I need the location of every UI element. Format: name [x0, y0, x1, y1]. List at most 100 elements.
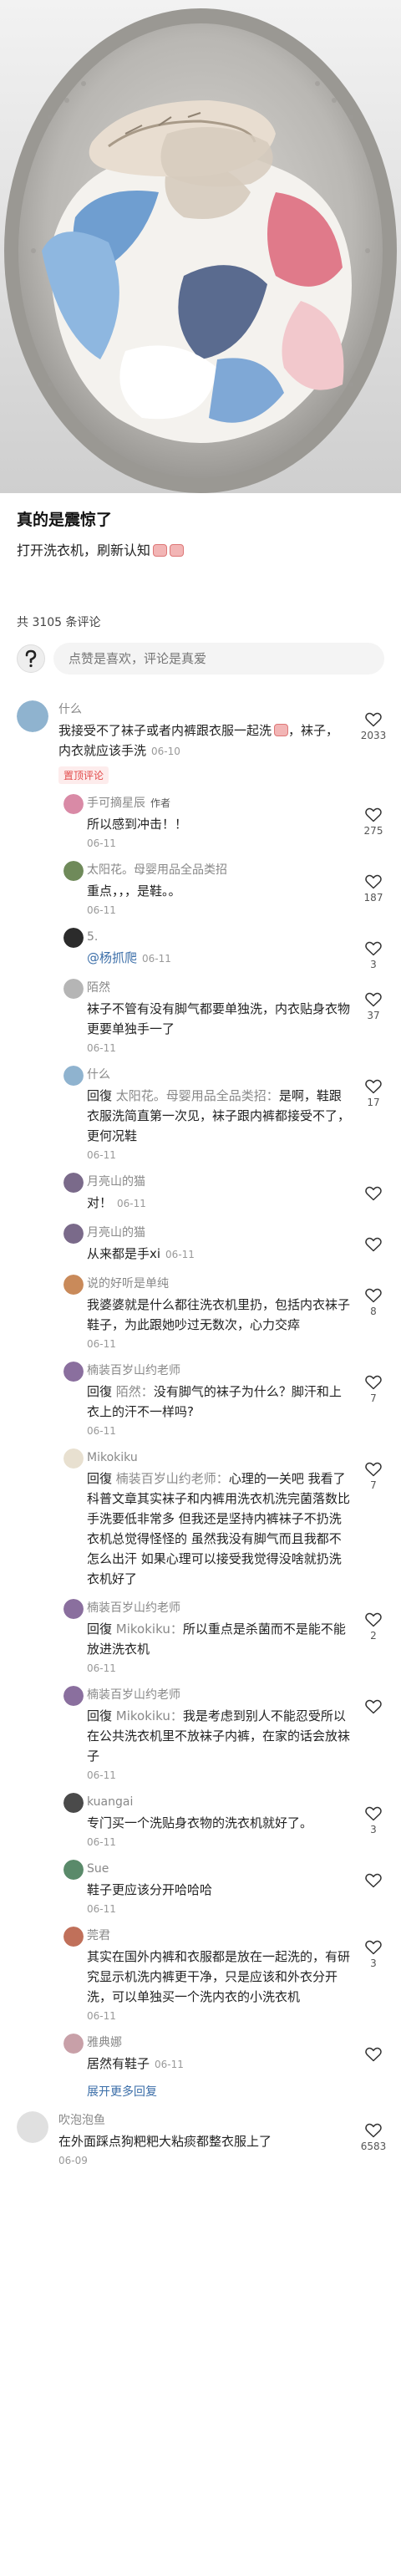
like-button[interactable]: 187	[358, 874, 389, 904]
comment-count: 共 3105 条评论	[17, 616, 101, 629]
heart-icon	[358, 941, 389, 956]
comment-body: 我接受不了袜子或者内裤跟衣服一起洗	[58, 723, 272, 738]
comment-username[interactable]: 5.	[87, 928, 351, 946]
user-avatar[interactable]	[63, 1362, 84, 1382]
like-button[interactable]: 3	[358, 1806, 389, 1835]
emoji-icon	[274, 724, 289, 736]
like-count: 7	[370, 1479, 377, 1491]
mention-link[interactable]: @杨抓爬	[87, 950, 137, 965]
user-avatar[interactable]	[17, 2111, 48, 2143]
like-button[interactable]: 8	[358, 1288, 389, 1317]
comment-body: 从来都是手xi	[87, 1246, 161, 1261]
post-image[interactable]	[0, 0, 401, 493]
user-avatar[interactable]	[63, 1224, 84, 1244]
comment-input[interactable]	[53, 643, 384, 675]
reply-label: 回復	[87, 1088, 113, 1103]
user-avatar[interactable]	[63, 1860, 84, 1880]
username-text[interactable]: 手可摘星辰	[87, 797, 145, 810]
user-avatar[interactable]	[63, 1448, 84, 1469]
like-button[interactable]	[358, 2047, 389, 2064]
my-avatar[interactable]	[17, 644, 45, 673]
like-button[interactable]	[358, 1873, 389, 1891]
comment-username[interactable]: 陌然	[87, 979, 351, 997]
comment-username[interactable]: kuangai	[87, 1793, 351, 1811]
reply-label: 回復	[87, 1621, 113, 1637]
username-text[interactable]: 什么	[58, 703, 82, 716]
username-text[interactable]: 吹泡泡鱼	[58, 2114, 105, 2127]
user-avatar[interactable]	[63, 1275, 84, 1295]
user-avatar[interactable]	[63, 1173, 84, 1193]
username-text[interactable]: kuangai	[87, 1795, 133, 1809]
user-avatar[interactable]	[63, 794, 84, 814]
username-text[interactable]: 楠装百岁山约老师	[87, 1688, 180, 1702]
comment-username[interactable]: 月亮山的猫	[87, 1224, 351, 1242]
like-button[interactable]	[358, 1237, 389, 1255]
reply-label: 回復	[87, 1708, 113, 1723]
user-avatar[interactable]	[63, 1066, 84, 1086]
user-avatar[interactable]	[63, 1686, 84, 1706]
username-text[interactable]: 雅典娜	[87, 2036, 122, 2049]
comment-time: 06-11	[87, 1769, 116, 1781]
comment-username[interactable]: 月亮山的猫	[87, 1173, 351, 1191]
username-text[interactable]: 5.	[87, 930, 98, 944]
like-button[interactable]: 7	[358, 1375, 389, 1404]
username-text[interactable]: 说的好听是单纯	[87, 1277, 169, 1291]
comment-username[interactable]: 楠装百岁山约老师	[87, 1599, 351, 1617]
like-button[interactable]	[358, 1699, 389, 1717]
comment-username[interactable]: 莞君	[87, 1927, 351, 1945]
user-avatar[interactable]	[63, 928, 84, 948]
comment-body: 居然有鞋子	[87, 2056, 150, 2071]
comment-username[interactable]: Sue	[87, 1860, 351, 1878]
user-avatar[interactable]	[17, 700, 48, 732]
username-text[interactable]: Mikokiku	[87, 1451, 138, 1464]
comment-username[interactable]: 太阳花。母婴用品全品类招	[87, 861, 351, 879]
like-button[interactable]: 37	[358, 992, 389, 1021]
reply-target[interactable]: Mikokiku：	[116, 1621, 183, 1637]
like-button[interactable]: 17	[358, 1079, 389, 1108]
like-button[interactable]: 7	[358, 1462, 389, 1491]
user-avatar[interactable]	[63, 1927, 84, 1947]
comment-username[interactable]: 什么	[58, 700, 351, 719]
username-text[interactable]: 楠装百岁山约老师	[87, 1364, 180, 1377]
username-text[interactable]: 什么	[87, 1068, 110, 1082]
comment-username[interactable]: 说的好听是单纯	[87, 1275, 351, 1293]
reply-target[interactable]: Mikokiku：	[116, 1708, 183, 1723]
comment-username[interactable]: Mikokiku	[87, 1448, 351, 1467]
username-text[interactable]: 莞君	[87, 1929, 110, 1942]
comment-username[interactable]: 楠装百岁山约老师	[87, 1686, 351, 1704]
reply-target[interactable]: 陌然：	[116, 1384, 154, 1399]
comment-text: 回復 Mikokiku：所以重点是杀菌而不是能不能放进洗衣机	[87, 1619, 351, 1659]
comment-username[interactable]: 楠装百岁山约老师	[87, 1362, 351, 1380]
comment-time: 06-11	[155, 2059, 184, 2070]
reply-item: 什么 回復 太阳花。母婴用品全品类招：是啊，鞋跟衣服洗简直第一次见，袜子跟内裤都接…	[0, 1056, 401, 1163]
like-button[interactable]: 3	[358, 1940, 389, 1969]
reply-target[interactable]: 太阳花。母婴用品全品类招：	[116, 1088, 279, 1103]
comment-username[interactable]: 手可摘星辰 作者	[87, 794, 351, 812]
comment-username[interactable]: 雅典娜	[87, 2034, 351, 2052]
user-avatar[interactable]	[63, 861, 84, 881]
user-avatar[interactable]	[63, 2034, 84, 2054]
expand-more-replies-link[interactable]: 展开更多回复	[87, 2083, 401, 2100]
like-button[interactable]: 2	[358, 1612, 389, 1642]
username-text[interactable]: 太阳花。母婴用品全品类招	[87, 863, 227, 877]
comment-time: 06-11	[87, 904, 116, 916]
comment-username[interactable]: 什么	[87, 1066, 351, 1084]
user-avatar[interactable]	[63, 1599, 84, 1619]
reply-target[interactable]: 楠装百岁山约老师：	[116, 1471, 229, 1486]
username-text[interactable]: 楠装百岁山约老师	[87, 1601, 180, 1615]
like-button[interactable]: 2033	[358, 712, 389, 741]
like-button[interactable]: 275	[358, 807, 389, 837]
username-text[interactable]: 月亮山的猫	[87, 1175, 145, 1189]
comment-username[interactable]: 吹泡泡鱼	[58, 2111, 351, 2130]
comment-body: 鞋子更应该分开哈哈哈	[87, 1882, 213, 1897]
user-avatar[interactable]	[63, 1793, 84, 1813]
comment-text: 其实在国外内裤和衣服都是放在一起洗的，有研究显示机洗内裤更干净，只是应该和外衣分…	[87, 1947, 351, 2007]
user-avatar[interactable]	[63, 979, 84, 999]
username-text[interactable]: 月亮山的猫	[87, 1226, 145, 1240]
like-button[interactable]	[358, 1186, 389, 1204]
username-text[interactable]: 陌然	[87, 981, 110, 995]
like-button[interactable]: 3	[358, 941, 389, 970]
username-text[interactable]: Sue	[87, 1862, 109, 1876]
post-body-text: 打开洗衣机，刷新认知	[17, 542, 151, 558]
like-button[interactable]: 6583	[358, 2123, 389, 2152]
